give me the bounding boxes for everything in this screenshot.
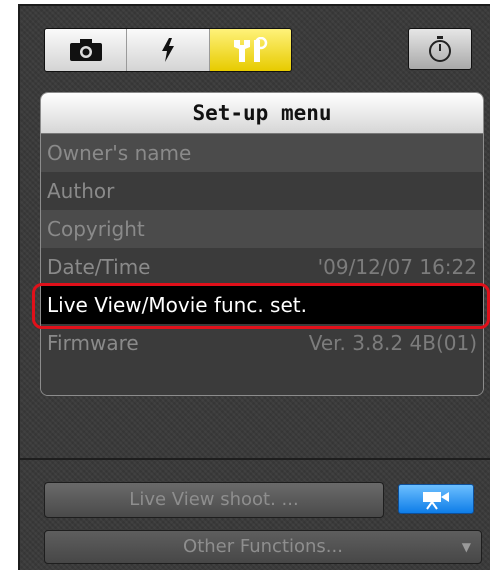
- menu-item-value: '09/12/07 16:22: [317, 255, 477, 279]
- menu-item-label: Firmware: [47, 331, 139, 355]
- movie-button[interactable]: [398, 484, 474, 514]
- tab-setup[interactable]: [209, 29, 291, 71]
- movie-camera-icon: [423, 492, 449, 510]
- timer-icon: [429, 36, 451, 62]
- flash-icon: [161, 38, 174, 62]
- tools-icon: [234, 37, 268, 62]
- menu-item-value: Ver. 3.8.2 4B(01): [308, 331, 477, 355]
- menu-item-firmware[interactable]: Firmware Ver. 3.8.2 4B(01): [41, 324, 483, 362]
- menu-item-label: Author: [47, 179, 115, 203]
- menu-item-live-view-movie[interactable]: Live View/Movie func. set.: [41, 286, 483, 324]
- live-view-shoot-button[interactable]: Live View shoot. ...: [44, 482, 384, 518]
- menu-item-copyright[interactable]: Copyright: [41, 210, 483, 248]
- setup-menu-title: Set-up menu: [41, 93, 483, 134]
- menu-empty-row: [41, 362, 483, 395]
- menu-tab-bar: [44, 28, 292, 72]
- menu-item-author[interactable]: Author: [41, 172, 483, 210]
- other-functions-dropdown[interactable]: Other Functions... ▼: [44, 530, 482, 564]
- menu-item-label: Owner's name: [47, 141, 192, 165]
- divider: [20, 458, 490, 460]
- menu-item-owners-name[interactable]: Owner's name: [41, 134, 483, 172]
- menu-item-label: Date/Time: [47, 255, 151, 279]
- dropdown-arrow-icon: ▼: [461, 540, 471, 554]
- other-functions-label: Other Functions...: [183, 536, 343, 557]
- menu-item-label: Copyright: [47, 217, 145, 241]
- tab-flash[interactable]: [127, 29, 210, 71]
- eos-utility-panel: Set-up menu Owner's name Author Copyrigh…: [18, 4, 490, 570]
- menu-item-date-time[interactable]: Date/Time '09/12/07 16:22: [41, 248, 483, 286]
- tab-shooting[interactable]: [45, 29, 128, 71]
- setup-menu: Set-up menu Owner's name Author Copyrigh…: [40, 92, 484, 396]
- menu-item-label: Live View/Movie func. set.: [47, 293, 307, 317]
- timer-button[interactable]: [408, 28, 472, 70]
- camera-icon: [69, 39, 102, 61]
